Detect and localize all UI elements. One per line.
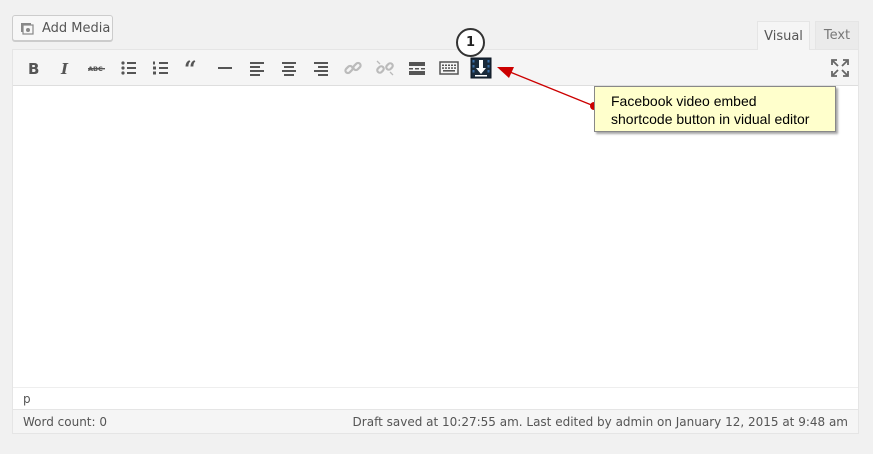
bulleted-list-icon [121, 61, 136, 75]
status-bar: Word count: 0 Draft saved at 10:27:55 am… [13, 409, 858, 433]
blockquote-icon: “ [184, 58, 197, 78]
bold-icon: B [28, 60, 39, 78]
callout-number-badge: 1 [456, 28, 485, 57]
strikethrough-icon: ABC [88, 65, 105, 73]
svg-text:I: I [60, 60, 69, 78]
align-center-icon [282, 62, 296, 76]
toolbar-toggle-icon [439, 61, 459, 75]
align-left-icon [250, 62, 264, 76]
horizontal-line-icon [218, 67, 232, 69]
numbered-list-button[interactable] [149, 56, 173, 80]
read-more-icon [409, 62, 425, 75]
insert-link-icon [344, 61, 362, 75]
align-left-button[interactable] [245, 56, 269, 80]
fullscreen-icon [831, 59, 849, 77]
read-more-button[interactable] [405, 56, 429, 80]
remove-link-icon [376, 60, 394, 76]
horizontal-line-button[interactable] [213, 56, 237, 80]
remove-link-button[interactable] [373, 56, 397, 80]
facebook-video-embed-icon [470, 57, 492, 79]
italic-button[interactable]: I [53, 56, 77, 80]
strikethrough-button[interactable]: ABC [85, 56, 109, 80]
word-count: Word count: 0 [23, 415, 108, 429]
media-icon [21, 23, 34, 35]
bold-button[interactable]: B [21, 56, 45, 80]
tab-visual[interactable]: Visual [757, 21, 810, 50]
add-media-label: Add Media [42, 20, 111, 36]
align-center-button[interactable] [277, 56, 301, 80]
element-path: p [13, 387, 858, 409]
fullscreen-button[interactable] [828, 56, 852, 80]
tab-text[interactable]: Text [815, 21, 859, 49]
align-right-button[interactable] [309, 56, 333, 80]
path-tag[interactable]: p [23, 392, 31, 406]
toolbar-toggle-button[interactable] [437, 56, 461, 80]
insert-link-button[interactable] [341, 56, 365, 80]
callout-tooltip: Facebook video embed shortcode button in… [594, 86, 836, 132]
svg-text:“: “ [184, 58, 197, 78]
blockquote-button[interactable]: “ [181, 56, 205, 80]
editor-toolbar: B I ABC “ [13, 50, 858, 86]
bulleted-list-button[interactable] [117, 56, 141, 80]
add-media-button[interactable]: Add Media [12, 15, 113, 41]
numbered-list-icon [153, 61, 168, 75]
svg-text:B: B [28, 60, 39, 78]
italic-icon: I [60, 60, 69, 78]
draft-status: Draft saved at 10:27:55 am. Last edited … [352, 415, 848, 429]
facebook-video-embed-button[interactable] [469, 56, 493, 80]
align-right-icon [314, 62, 328, 76]
